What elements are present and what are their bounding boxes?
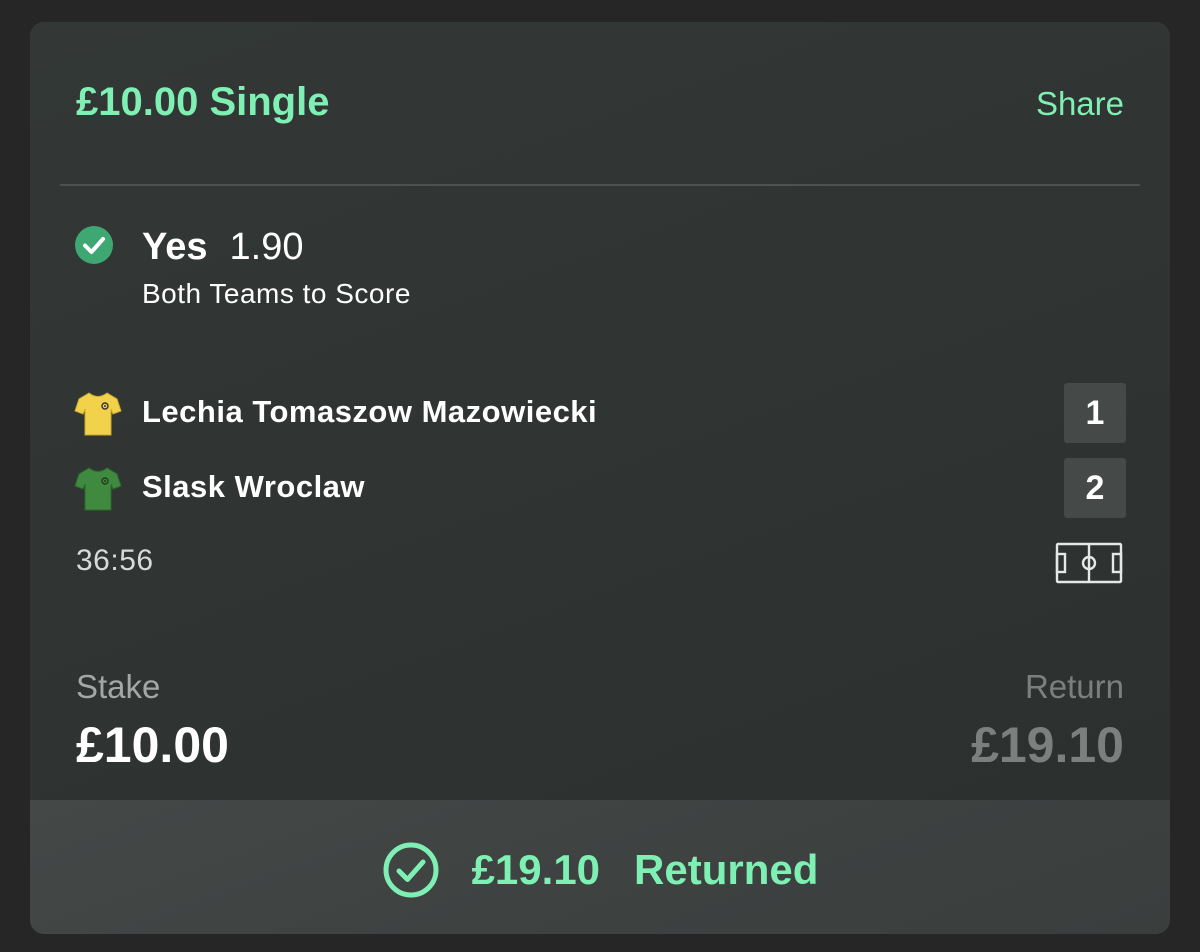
share-button[interactable]: Share [1036,82,1124,126]
team-row-home: Lechia Tomaszow Mazowiecki 1 [74,383,1126,443]
check-circle-icon [75,226,113,264]
home-team-score: 1 [1064,383,1126,443]
check-circle-outline-icon [383,842,439,898]
bet-card: £10.00 Single Share Yes 1.90 Both Teams t… [30,22,1170,934]
home-team-name: Lechia Tomaszow Mazowiecki [142,394,598,429]
green-jersey-icon [74,467,122,511]
yellow-jersey-icon [74,392,122,436]
match-time: 36:56 [76,544,154,577]
team-row-away: Slask Wroclaw 2 [74,458,1126,518]
returned-amount: £19.10 [471,846,601,893]
returned-banner-content: £19.10 Returned [30,840,1170,900]
returned-status: Returned [634,846,819,893]
selection-name: Yes [142,226,208,268]
market-name: Both Teams to Score [142,278,411,309]
return-value: £19.10 [971,717,1124,773]
selection-odds: 1.90 [229,226,304,268]
away-team-score: 2 [1064,458,1126,518]
bet-title: £10.00 Single [76,80,330,124]
stake-value: £10.00 [76,717,229,773]
football-pitch-icon[interactable] [1055,542,1123,584]
away-team-name: Slask Wroclaw [142,469,366,504]
returned-banner: £19.10 Returned [30,800,1170,934]
stake-label: Stake [76,668,161,705]
return-label: Return [1024,668,1124,705]
selection-line: Yes 1.90 [142,224,304,278]
divider [60,184,1140,186]
